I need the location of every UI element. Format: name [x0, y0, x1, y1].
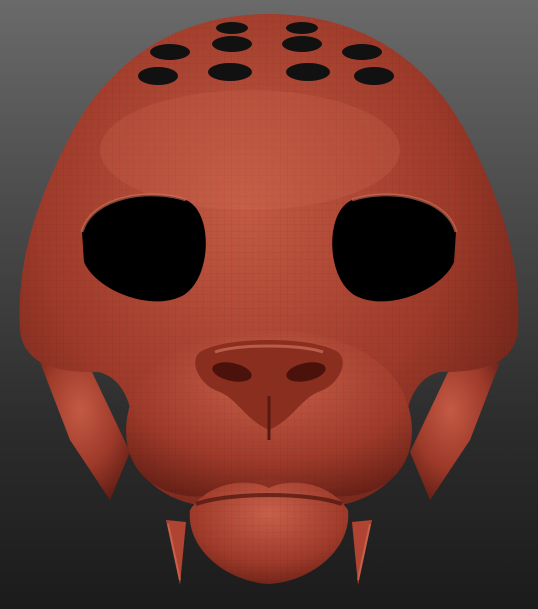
mask-render — [19, 14, 519, 585]
vent-hole — [208, 63, 252, 81]
right-side-flap — [410, 362, 500, 500]
vent-hole — [342, 44, 382, 60]
vent-hole — [354, 67, 394, 85]
viewport-background — [0, 0, 538, 609]
vent-hole — [216, 22, 248, 34]
vent-hole — [286, 63, 330, 81]
vent-hole — [282, 36, 322, 52]
left-side-flap — [40, 362, 130, 500]
vent-hole — [150, 44, 190, 60]
vent-hole — [138, 67, 178, 85]
vent-hole — [286, 22, 318, 34]
vent-hole — [212, 36, 252, 52]
